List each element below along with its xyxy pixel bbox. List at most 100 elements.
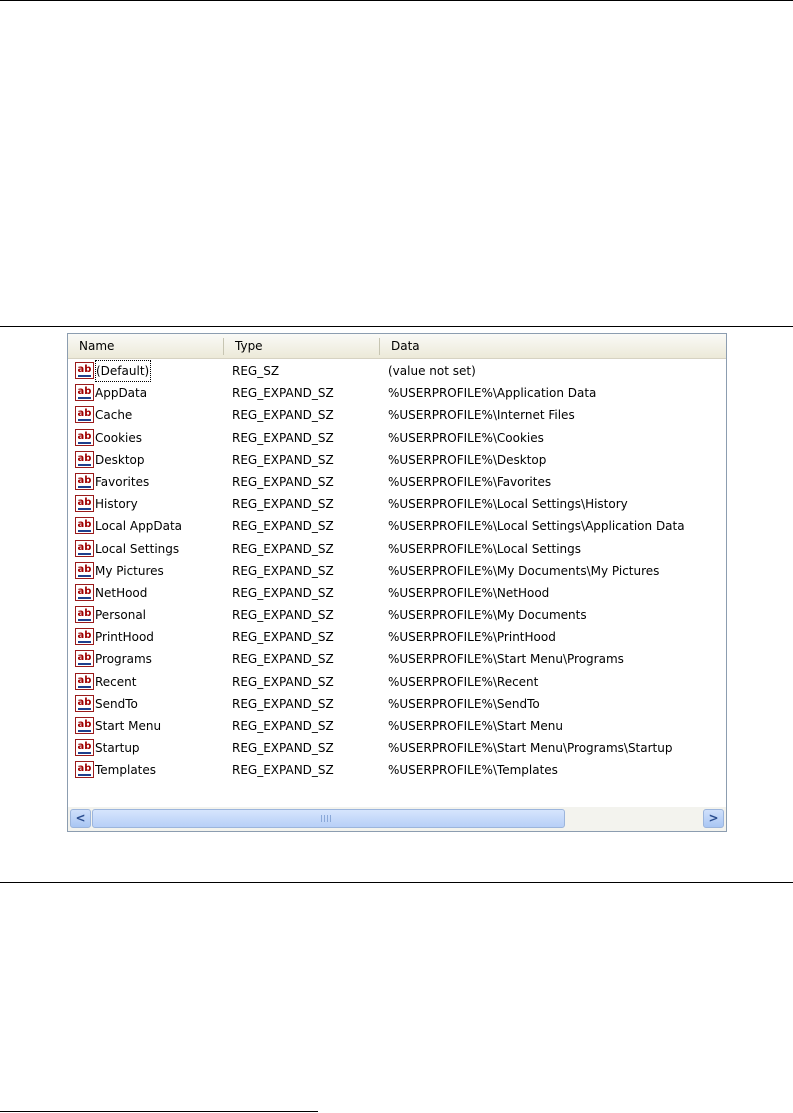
value-name: AppData xyxy=(95,386,148,401)
value-rows: ab (Default) REG_SZ (value not set) ab AppDat… xyxy=(68,360,726,782)
value-data: %USERPROFILE%\Local Settings\History xyxy=(388,497,628,512)
value-type: REG_EXPAND_SZ xyxy=(232,696,334,711)
value-name: Local AppData xyxy=(95,519,183,534)
value-type: REG_EXPAND_SZ xyxy=(232,608,334,623)
value-name: Cache xyxy=(95,408,133,423)
figure-bottom-divider xyxy=(0,882,793,883)
value-name: History xyxy=(95,497,138,512)
reg-string-icon: ab xyxy=(75,717,94,734)
table-row[interactable]: ab My Pictures REG_EXPAND_SZ %USERPROFILE%\… xyxy=(68,560,726,582)
table-row[interactable]: ab Desktop REG_EXPAND_SZ %USERPROFILE%\Desk… xyxy=(68,449,726,471)
value-data: %USERPROFILE%\Cookies xyxy=(388,430,544,445)
reg-string-icon: ab xyxy=(75,561,94,579)
value-name: Desktop xyxy=(95,452,145,467)
value-data: %USERPROFILE%\My Documents\My Pictures xyxy=(388,563,660,578)
table-row[interactable]: ab PrintHood REG_EXPAND_SZ %USERPROFILE%\Pr… xyxy=(68,626,726,648)
value-type: REG_EXPAND_SZ xyxy=(232,474,334,489)
value-name: Startup xyxy=(95,741,140,756)
table-row[interactable]: ab Recent REG_EXPAND_SZ %USERPROFILE%\Recen… xyxy=(68,671,726,693)
reg-string-icon: ab xyxy=(75,517,94,535)
value-type: REG_EXPAND_SZ xyxy=(232,408,334,423)
table-row[interactable]: ab Cookies REG_EXPAND_SZ %USERPROFILE%\Cook… xyxy=(68,427,726,449)
value-type: REG_EXPAND_SZ xyxy=(232,497,334,512)
registry-values-list: Name Type Data ab (Default) REG_SZ (value n… xyxy=(67,333,727,832)
reg-string-icon: ab xyxy=(75,472,94,490)
value-name: Personal xyxy=(95,608,147,623)
column-header-name[interactable]: Name xyxy=(68,334,224,358)
value-name: Cookies xyxy=(95,430,142,445)
value-data: %USERPROFILE%\Start Menu xyxy=(388,719,563,733)
value-data: %USERPROFILE%\Application Data xyxy=(388,386,597,401)
table-row[interactable]: ab Favorites REG_EXPAND_SZ %USERPROFILE%\Fa… xyxy=(68,471,726,493)
value-data: %USERPROFILE%\Favorites xyxy=(388,474,552,489)
column-resize-handle[interactable] xyxy=(223,338,224,355)
horizontal-scrollbar[interactable]: < > xyxy=(68,807,726,831)
grip-icon xyxy=(321,815,333,822)
value-type: REG_EXPAND_SZ xyxy=(232,741,334,756)
value-type: REG_EXPAND_SZ xyxy=(232,630,334,645)
value-type: REG_EXPAND_SZ xyxy=(232,430,334,445)
value-name: Local Settings xyxy=(95,541,180,556)
value-name: SendTo xyxy=(95,696,138,711)
reg-string-icon: ab xyxy=(75,694,94,712)
column-resize-handle[interactable] xyxy=(379,338,380,355)
value-type: REG_EXPAND_SZ xyxy=(232,452,334,467)
reg-string-icon: ab xyxy=(75,384,94,402)
reg-string-icon: ab xyxy=(75,406,94,424)
table-row[interactable]: ab Personal REG_EXPAND_SZ %USERPROFILE%\My … xyxy=(68,604,726,626)
reg-string-icon: ab xyxy=(75,761,94,779)
value-type: REG_EXPAND_SZ xyxy=(232,719,334,733)
value-data: %USERPROFILE%\Desktop xyxy=(388,452,547,467)
reg-string-icon: ab xyxy=(75,672,94,690)
reg-string-icon: ab xyxy=(75,539,94,557)
scroll-left-button[interactable]: < xyxy=(70,809,91,828)
value-data: %USERPROFILE%\Start Menu\Programs\Startu… xyxy=(388,741,673,756)
value-type: REG_EXPAND_SZ xyxy=(232,541,334,556)
top-divider xyxy=(0,0,793,1)
value-name: (Default) xyxy=(95,360,152,382)
value-type: REG_EXPAND_SZ xyxy=(232,585,334,600)
table-row[interactable]: ab (Default) REG_SZ (value not set) xyxy=(68,360,726,382)
value-data: %USERPROFILE%\Recent xyxy=(388,674,539,689)
value-type: REG_SZ xyxy=(232,364,280,378)
reg-string-icon: ab xyxy=(75,628,94,646)
table-row[interactable]: ab Startup REG_EXPAND_SZ %USERPROFILE%\Star… xyxy=(68,737,726,759)
table-row[interactable]: ab History REG_EXPAND_SZ %USERPROFILE%\Loca… xyxy=(68,493,726,515)
table-row[interactable]: ab NetHood REG_EXPAND_SZ %USERPROFILE%\NetH… xyxy=(68,582,726,604)
footnote-divider xyxy=(0,1111,318,1112)
reg-string-icon: ab xyxy=(75,428,94,446)
column-header-data[interactable]: Data xyxy=(380,334,726,358)
table-row[interactable]: ab Templates REG_EXPAND_SZ %USERPROFILE%\Te… xyxy=(68,759,726,781)
table-row[interactable]: ab Local AppData REG_EXPAND_SZ %USERPROFILE… xyxy=(68,515,726,537)
reg-string-icon: ab xyxy=(75,606,94,624)
column-header-type[interactable]: Type xyxy=(224,334,380,358)
scroll-thumb[interactable] xyxy=(92,809,565,828)
reg-string-icon: ab xyxy=(75,450,94,468)
value-data: %USERPROFILE%\NetHood xyxy=(388,585,550,600)
table-row[interactable]: ab Local Settings REG_EXPAND_SZ %USERPROFIL… xyxy=(68,538,726,560)
value-data: %USERPROFILE%\Start Menu\Programs xyxy=(388,652,624,667)
scroll-right-button[interactable]: > xyxy=(703,809,724,828)
value-data: %USERPROFILE%\SendTo xyxy=(388,696,540,711)
value-type: REG_EXPAND_SZ xyxy=(232,386,334,401)
reg-string-icon: ab xyxy=(75,495,94,513)
value-name: NetHood xyxy=(95,585,148,600)
value-name: Programs xyxy=(95,652,152,667)
value-data: %USERPROFILE%\Templates xyxy=(388,763,558,778)
reg-string-icon: ab xyxy=(75,739,94,757)
value-name: Favorites xyxy=(95,474,150,489)
value-type: REG_EXPAND_SZ xyxy=(232,674,334,689)
value-data: (value not set) xyxy=(388,364,476,378)
table-row[interactable]: ab SendTo REG_EXPAND_SZ %USERPROFILE%\SendT… xyxy=(68,693,726,715)
value-name: Templates xyxy=(95,763,157,778)
table-row[interactable]: ab Start Menu REG_EXPAND_SZ %USERPROFILE%\S… xyxy=(68,715,726,737)
value-type: REG_EXPAND_SZ xyxy=(232,652,334,667)
reg-string-icon: ab xyxy=(75,650,94,668)
table-row[interactable]: ab AppData REG_EXPAND_SZ %USERPROFILE%\Appl… xyxy=(68,382,726,404)
table-row[interactable]: ab Cache REG_EXPAND_SZ %USERPROFILE%\Intern… xyxy=(68,404,726,426)
value-name: PrintHood xyxy=(95,630,154,645)
table-row[interactable]: ab Programs REG_EXPAND_SZ %USERPROFILE%\Sta… xyxy=(68,648,726,670)
value-type: REG_EXPAND_SZ xyxy=(232,519,334,534)
figure-top-divider xyxy=(0,326,793,327)
value-name: My Pictures xyxy=(95,563,164,578)
